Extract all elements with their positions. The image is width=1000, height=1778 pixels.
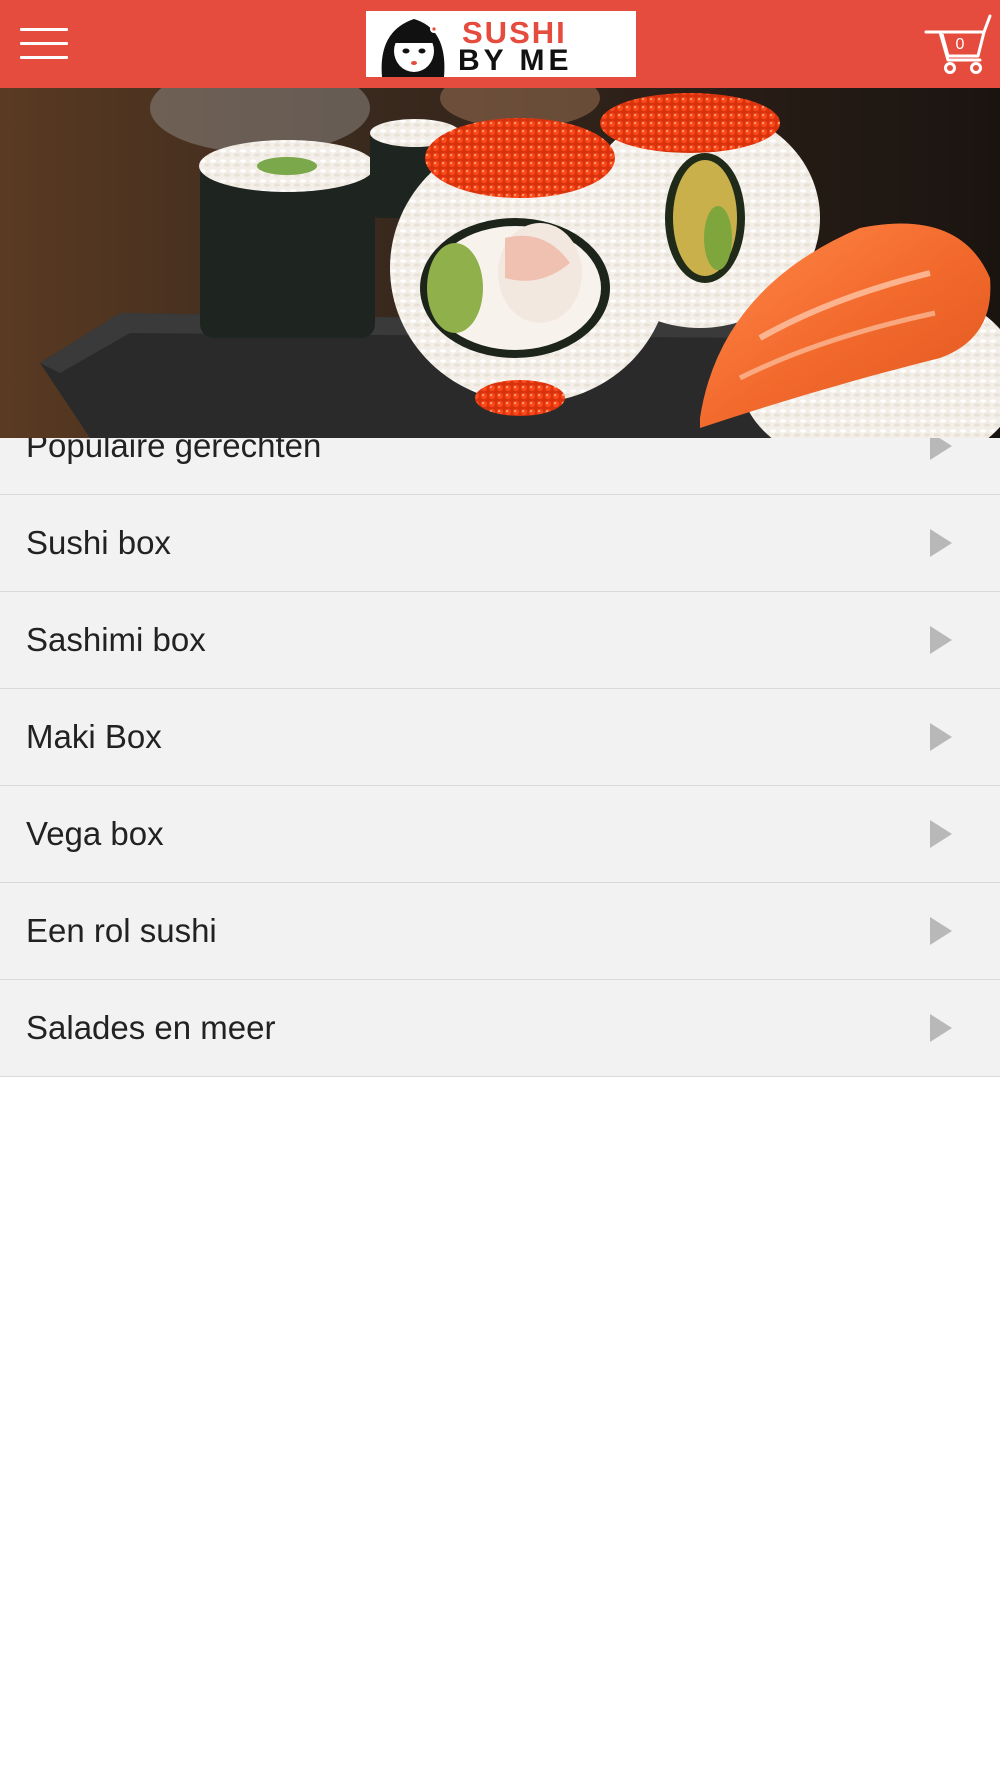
brand-logo[interactable]: SUSHI BY ME <box>366 11 636 77</box>
category-label: Sashimi box <box>26 621 206 658</box>
top-app-bar: SUSHI BY ME 0 <box>0 0 1000 88</box>
category-label: Vega box <box>26 815 164 852</box>
menu-line <box>20 28 68 31</box>
chevron-right-icon <box>930 529 952 557</box>
category-label: Een rol sushi <box>26 912 217 949</box>
category-item-sushi-box[interactable]: Sushi box <box>0 495 1000 592</box>
app-root: Populaire gerechten Sushi box Sashimi bo… <box>0 0 1000 1778</box>
menu-line <box>20 56 68 59</box>
category-item-sashimi-box[interactable]: Sashimi box <box>0 592 1000 689</box>
category-label: Salades en meer <box>26 1009 276 1046</box>
hamburger-menu-button[interactable] <box>16 22 72 66</box>
category-label: Maki Box <box>26 718 162 755</box>
menu-line <box>20 42 68 45</box>
chevron-right-icon <box>930 723 952 751</box>
girl-logo-icon <box>381 19 445 77</box>
category-item-vega-box[interactable]: Vega box <box>0 786 1000 883</box>
chevron-right-icon <box>930 626 952 654</box>
category-item-een-rol-sushi[interactable]: Een rol sushi <box>0 883 1000 980</box>
category-item-maki-box[interactable]: Maki Box <box>0 689 1000 786</box>
sushi-photo <box>0 88 1000 438</box>
hero-banner-image <box>0 88 1000 438</box>
category-label: Sushi box <box>26 524 171 561</box>
category-list: Populaire gerechten Sushi box Sashimi bo… <box>0 398 1000 1077</box>
chevron-right-icon <box>930 917 952 945</box>
chevron-right-icon <box>930 1014 952 1042</box>
cart-button[interactable]: 0 <box>922 12 992 76</box>
category-item-salades-en-meer[interactable]: Salades en meer <box>0 980 1000 1077</box>
logo-text-by-me: BY ME <box>458 44 573 77</box>
cart-count-badge: 0 <box>955 36 965 53</box>
chevron-right-icon <box>930 820 952 848</box>
